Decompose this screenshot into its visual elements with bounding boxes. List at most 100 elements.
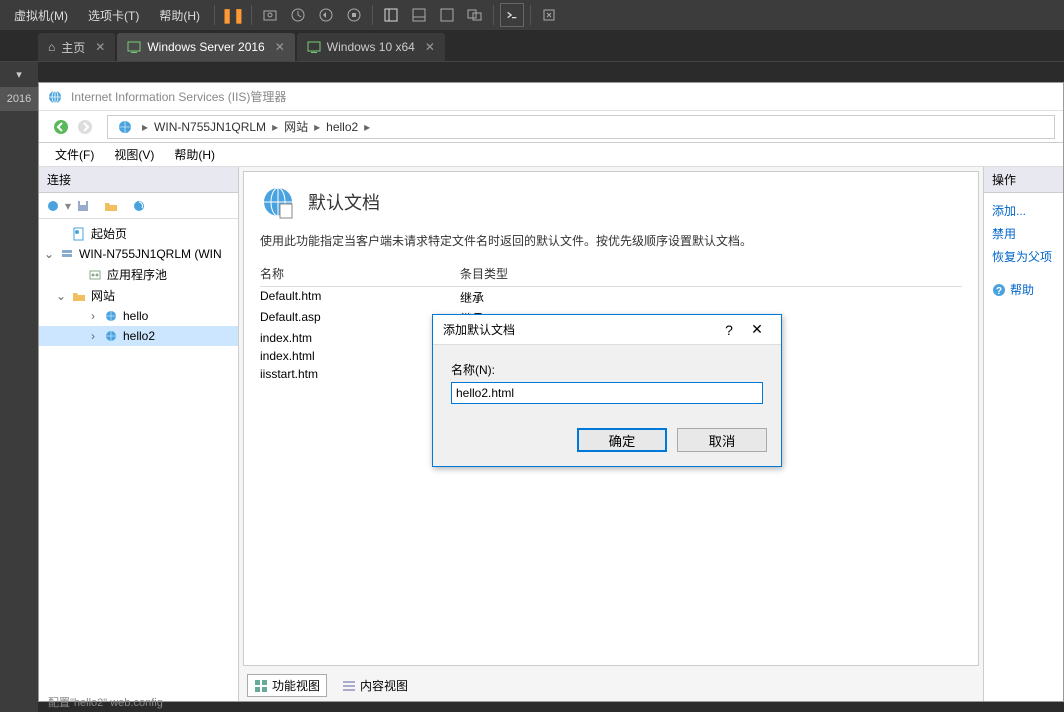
chevron-right-icon[interactable]: ›: [87, 309, 99, 323]
menu-tabs[interactable]: 选项卡(T): [78, 3, 149, 28]
chevron-right-icon[interactable]: ›: [87, 329, 99, 343]
separator: [251, 5, 252, 25]
server-icon: [59, 246, 75, 262]
tab-label: Windows 10 x64: [327, 40, 415, 54]
page-icon: [71, 226, 87, 242]
tree-sites[interactable]: ⌄ 网站: [39, 285, 238, 306]
revert-icon[interactable]: [314, 3, 338, 27]
save-icon[interactable]: [73, 196, 93, 216]
iis-nav-bar: ▸ WIN-N755JN1QRLM ▸ 网站 ▸ hello2 ▸: [39, 111, 1063, 143]
action-add[interactable]: 添加...: [992, 199, 1055, 222]
tree-site-hello[interactable]: › hello: [39, 306, 238, 326]
unity-icon[interactable]: [463, 3, 487, 27]
chevron-right-icon: ▸: [314, 120, 320, 134]
view-tab-label: 内容视图: [360, 677, 408, 694]
close-icon[interactable]: ✕: [425, 40, 435, 54]
tree-label: hello: [123, 309, 148, 323]
separator: [214, 5, 215, 25]
home-icon: ⌂: [48, 40, 55, 54]
feature-description: 使用此功能指定当客户端未请求特定文件名时返回的默认文件。按优先级顺序设置默认文档…: [260, 232, 962, 249]
document-icon: [260, 184, 296, 220]
menu-view[interactable]: 视图(V): [104, 144, 164, 165]
add-default-doc-dialog: 添加默认文档 ? ✕ 名称(N): 确定 取消: [432, 314, 782, 467]
globe-icon: [117, 119, 133, 135]
close-icon[interactable]: ✕: [95, 40, 105, 54]
status-bar: 配置"hello2" web.config: [38, 692, 173, 712]
col-name[interactable]: 名称: [260, 265, 460, 282]
connections-header: 连接: [39, 167, 238, 193]
tree-label: 起始页: [91, 225, 127, 242]
tree-label: 应用程序池: [107, 266, 167, 283]
connections-toolbar: ▾: [39, 193, 238, 219]
window-title: Internet Information Services (IIS)管理器: [71, 88, 286, 105]
tab-label: Windows Server 2016: [147, 40, 264, 54]
chevron-right-icon: ▸: [272, 120, 278, 134]
cell-name: Default.asp: [260, 310, 460, 327]
action-disable[interactable]: 禁用: [992, 222, 1055, 245]
breadcrumb[interactable]: ▸ WIN-N755JN1QRLM ▸ 网站 ▸ hello2 ▸: [107, 115, 1055, 139]
menu-file[interactable]: 文件(F): [45, 144, 104, 165]
cell-name: Default.htm: [260, 289, 460, 306]
layout2-icon[interactable]: [407, 3, 431, 27]
globe-icon: [103, 308, 119, 324]
tree-start-page[interactable]: 起始页: [39, 223, 238, 244]
tab-server2016[interactable]: Windows Server 2016 ✕: [117, 33, 294, 61]
nav-back-icon[interactable]: [49, 115, 73, 139]
dialog-help-icon[interactable]: ?: [715, 322, 743, 338]
layout1-icon[interactable]: [379, 3, 403, 27]
close-icon[interactable]: ✕: [275, 40, 285, 54]
strip-item[interactable]: ▾: [0, 62, 38, 87]
chevron-down-icon[interactable]: ⌄: [43, 247, 55, 261]
connect-icon[interactable]: [43, 196, 63, 216]
close-icon[interactable]: ✕: [743, 321, 771, 338]
feature-title: 默认文档: [308, 189, 380, 215]
fullscreen-icon[interactable]: [435, 3, 459, 27]
menu-machine[interactable]: 虚拟机(M): [4, 3, 78, 28]
cell-name: iisstart.htm: [260, 367, 460, 381]
apppool-icon: [87, 267, 103, 283]
list-icon: [342, 679, 356, 693]
actions-header: 操作: [984, 167, 1063, 193]
separator: [530, 5, 531, 25]
folder-icon: [71, 288, 87, 304]
help-label: 帮助: [1010, 281, 1034, 298]
table-header: 名称 条目类型: [260, 261, 962, 287]
console-icon[interactable]: [500, 3, 524, 27]
menu-help[interactable]: 帮助(H): [164, 144, 225, 165]
ok-button[interactable]: 确定: [577, 428, 667, 452]
clock-icon[interactable]: [286, 3, 310, 27]
svg-text:?: ?: [996, 286, 1002, 297]
dialog-titlebar: 添加默认文档 ? ✕: [433, 315, 781, 345]
chevron-down-icon[interactable]: ⌄: [55, 289, 67, 303]
manage-icon[interactable]: [342, 3, 366, 27]
menu-help[interactable]: 帮助(H): [149, 3, 210, 28]
crumb-site[interactable]: hello2: [326, 120, 358, 134]
crumb-server[interactable]: WIN-N755JN1QRLM: [154, 120, 266, 134]
iis-titlebar: Internet Information Services (IIS)管理器: [39, 83, 1063, 111]
action-help[interactable]: ? 帮助: [992, 278, 1055, 301]
tab-content-view[interactable]: 内容视图: [335, 674, 415, 697]
tree-server[interactable]: ⌄ WIN-N755JN1QRLM (WIN: [39, 244, 238, 264]
tree-site-hello2[interactable]: › hello2: [39, 326, 238, 346]
table-row[interactable]: Default.htm 继承: [260, 287, 962, 308]
pause-icon[interactable]: ❚❚: [221, 3, 245, 27]
iis-icon: [47, 89, 63, 105]
separator: [493, 5, 494, 25]
tab-features-view[interactable]: 功能视图: [247, 674, 327, 697]
refresh-icon[interactable]: [129, 196, 149, 216]
tab-home[interactable]: ⌂ 主页 ✕: [38, 33, 115, 61]
folder-icon[interactable]: [101, 196, 121, 216]
action-restore[interactable]: 恢复为父项: [992, 245, 1055, 268]
strip-item-2016[interactable]: 2016: [0, 87, 38, 111]
tab-win10[interactable]: Windows 10 x64 ✕: [297, 33, 445, 61]
stretch-icon[interactable]: [537, 3, 561, 27]
snapshot-icon[interactable]: [258, 3, 282, 27]
crumb-sites[interactable]: 网站: [284, 118, 308, 135]
cancel-button[interactable]: 取消: [677, 428, 767, 452]
name-input[interactable]: [451, 382, 763, 404]
tree-label: hello2: [123, 329, 155, 343]
separator: [372, 5, 373, 25]
vm-menu-bar: 虚拟机(M) 选项卡(T) 帮助(H) ❚❚: [0, 0, 1064, 30]
col-type[interactable]: 条目类型: [460, 265, 962, 282]
tree-app-pools[interactable]: 应用程序池: [39, 264, 238, 285]
